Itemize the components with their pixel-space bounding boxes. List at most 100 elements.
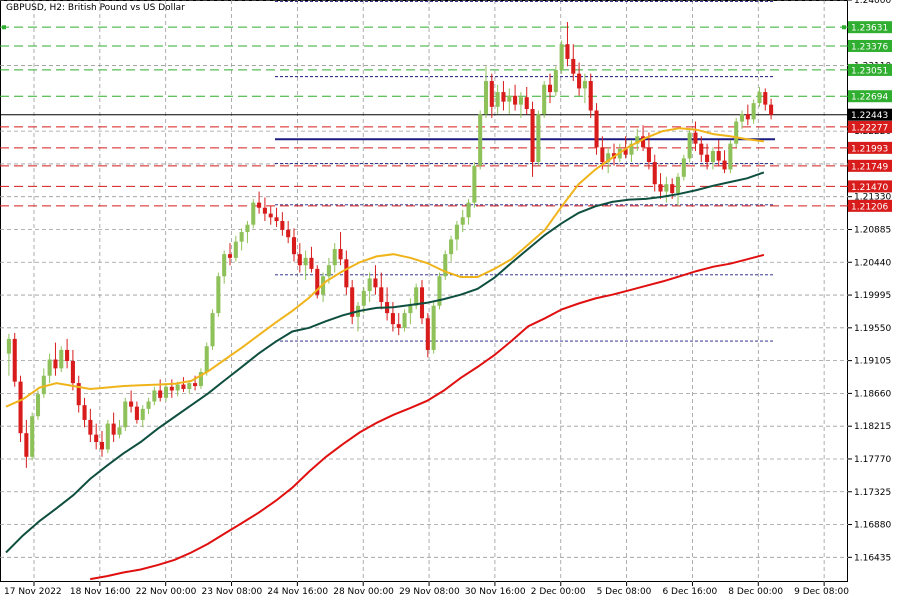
x-tick-label: 6 Dec 16:00 xyxy=(662,587,717,597)
candle-body xyxy=(303,257,308,266)
candle-body xyxy=(577,73,582,89)
candle-body xyxy=(460,217,465,225)
candle-body xyxy=(169,386,174,391)
candle-body xyxy=(763,92,768,105)
candle-body xyxy=(123,401,128,428)
candle-body xyxy=(582,81,587,89)
candle-body xyxy=(286,229,291,238)
left-edge-marker xyxy=(2,25,6,30)
candle-body xyxy=(646,147,651,163)
candle-body xyxy=(530,109,535,163)
candle-body xyxy=(513,95,518,105)
candle-body xyxy=(181,384,186,389)
candle-body xyxy=(664,184,669,192)
candle-body xyxy=(134,406,139,420)
candle-body xyxy=(414,287,419,306)
candle-body xyxy=(18,381,23,434)
support-label: 1.21470 xyxy=(851,183,888,193)
candle-body xyxy=(35,394,41,417)
candle-body xyxy=(553,69,558,93)
x-tick-label: 28 Nov 00:00 xyxy=(333,587,394,597)
candle-body xyxy=(495,92,500,107)
candle-body xyxy=(710,151,715,163)
candle-body xyxy=(338,249,343,260)
candle-body xyxy=(6,338,11,354)
resistance-label: 1.23376 xyxy=(851,42,888,52)
support-label: 1.22277 xyxy=(851,123,888,133)
x-tick-label: 8 Dec 00:00 xyxy=(728,587,783,597)
candle-body xyxy=(70,360,75,384)
candle-body xyxy=(571,58,576,74)
support-label: 1.21993 xyxy=(851,144,888,154)
candle-body xyxy=(379,287,384,303)
candle-body xyxy=(53,359,58,369)
candle-body xyxy=(105,423,110,450)
candle-body xyxy=(129,401,134,407)
candle-body xyxy=(257,202,262,208)
candle-body xyxy=(687,132,692,159)
candle-body xyxy=(99,442,105,450)
candle-body xyxy=(262,207,267,214)
y-tick-label: 1.19550 xyxy=(854,324,891,334)
candle-body xyxy=(722,160,727,170)
candle-body xyxy=(204,346,209,373)
candle-body xyxy=(274,217,279,222)
candle-body xyxy=(326,265,331,277)
candle-body xyxy=(588,81,593,111)
candle-body xyxy=(542,84,547,115)
x-tick-label: 5 Dec 08:00 xyxy=(597,587,652,597)
candle-body xyxy=(472,165,477,203)
resistance-label: 1.22694 xyxy=(851,93,888,103)
candle-body xyxy=(152,390,157,402)
candle-body xyxy=(652,162,657,185)
candle-body xyxy=(239,232,244,242)
candle-body xyxy=(65,349,70,361)
chart-svg: 17 Nov 2022 18 Nov 16:00 22 Nov 00:00 23 No… xyxy=(0,0,892,597)
candle-body xyxy=(373,278,378,288)
candle-body xyxy=(681,158,686,177)
candle-body xyxy=(140,408,145,420)
candle-body xyxy=(408,305,413,314)
y-tick-label: 1.18215 xyxy=(854,422,891,432)
candle-body xyxy=(489,81,494,107)
candle-body xyxy=(367,278,372,291)
candle-body xyxy=(670,184,675,194)
candle-body xyxy=(769,104,774,115)
candle-body xyxy=(751,103,756,120)
candle-body xyxy=(734,121,739,144)
candle-body xyxy=(757,92,762,104)
candle-body xyxy=(187,383,192,389)
candle-body xyxy=(111,423,116,435)
candle-body xyxy=(216,276,221,314)
candle-body xyxy=(24,433,29,457)
y-tick-label: 1.19995 xyxy=(854,291,891,301)
candle-body xyxy=(507,95,512,102)
candle-body xyxy=(158,390,163,398)
x-tick-label: 24 Nov 16:00 xyxy=(267,587,328,597)
candle-body xyxy=(233,241,238,258)
candle-body xyxy=(466,202,471,218)
candle-body xyxy=(565,44,570,59)
y-tick-label: 1.18660 xyxy=(854,389,891,399)
x-tick-label: 17 Nov 2022 xyxy=(4,587,62,597)
y-tick-label: 1.20440 xyxy=(854,258,891,268)
candle-body xyxy=(594,110,599,148)
support-label: 1.21206 xyxy=(851,202,888,212)
candle-body xyxy=(547,84,553,93)
candle-body xyxy=(117,427,122,435)
candle-body xyxy=(245,224,250,233)
chart-title: GBPUSD, H2: British Pound vs US Dollar xyxy=(6,3,185,13)
candle-body xyxy=(675,176,681,194)
candle-body xyxy=(559,44,564,70)
y-tick-label: 1.16435 xyxy=(854,553,891,563)
candle-body xyxy=(146,401,151,409)
candle-body xyxy=(344,259,349,288)
candle-body xyxy=(693,132,698,144)
candle-body xyxy=(483,81,489,115)
candle-body xyxy=(425,318,430,350)
candle-body xyxy=(210,313,215,347)
candle-body xyxy=(739,114,745,122)
x-tick-label: 23 Nov 08:00 xyxy=(202,587,263,597)
y-tick-label: 1.19105 xyxy=(854,357,891,367)
candle-body xyxy=(699,143,704,155)
